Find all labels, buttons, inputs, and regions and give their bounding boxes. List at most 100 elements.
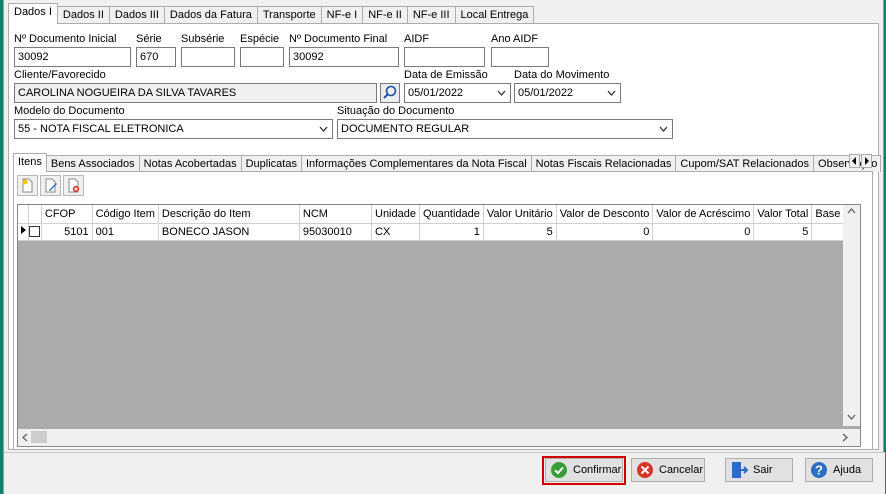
tab-scroll-left-button[interactable] (849, 154, 860, 168)
tab-transporte[interactable]: Transporte (256, 6, 322, 24)
situacao-label: Situação do Documento (337, 105, 455, 117)
cell-ncm[interactable]: 95030010 (299, 223, 373, 241)
tab-notas-relacionadas[interactable]: Notas Fiscais Relacionadas (530, 155, 677, 172)
invoice-window: Dados I Dados II Dados III Dados da Fatu… (3, 0, 885, 494)
action-bar: Confirmar Cancelar Sair ? Ajuda (4, 452, 885, 494)
row-checkbox[interactable] (28, 223, 42, 241)
tab-dados-ii[interactable]: Dados II (56, 6, 110, 24)
vertical-scrollbar[interactable] (843, 205, 860, 426)
tab-dados-i[interactable]: Dados I (8, 3, 58, 24)
data-emissao-value: 05/01/2022 (408, 87, 464, 99)
situacao-value: DOCUMENTO REGULAR (341, 123, 470, 135)
modelo-select[interactable]: 55 - NOTA FISCAL ELETRONICA (14, 119, 333, 139)
main-tab-strip: Dados I Dados II Dados III Dados da Fatu… (8, 3, 535, 24)
tab-local-entrega[interactable]: Local Entrega (454, 6, 535, 24)
scroll-left-icon[interactable] (21, 433, 30, 442)
horizontal-scrollbar[interactable] (18, 429, 860, 446)
scroll-down-icon[interactable] (847, 412, 856, 421)
scroll-right-icon[interactable] (840, 433, 849, 442)
edit-document-icon (45, 178, 57, 193)
chevron-down-icon (659, 126, 668, 132)
data-movimento-picker[interactable]: 05/01/2022 (514, 83, 621, 103)
tab-itens[interactable]: Itens (13, 153, 47, 172)
cell-desconto[interactable]: 0 (556, 223, 654, 241)
confirmar-label: Confirmar (573, 464, 622, 476)
col-ncm[interactable]: NCM (299, 205, 373, 224)
ano-aidf-field[interactable] (491, 47, 549, 67)
chevron-down-icon (607, 90, 616, 96)
dados-i-panel: Nº Documento Inicial Série Subsérie Espé… (8, 23, 882, 450)
table-row[interactable]: 5101 001 BONECO JASON 95030010 CX 1 5 0 … (18, 223, 853, 241)
confirmar-button[interactable]: Confirmar (545, 458, 623, 482)
cliente-label: Cliente/Favorecido (14, 69, 106, 81)
col-cfop[interactable]: CFOP (41, 205, 93, 224)
row-indicator-header (18, 205, 29, 224)
arrow-right-icon (865, 157, 869, 165)
scroll-thumb[interactable] (31, 431, 47, 443)
delete-item-button[interactable] (63, 175, 84, 196)
sair-button[interactable]: Sair (725, 458, 793, 482)
new-document-icon (22, 178, 33, 193)
sair-label: Sair (753, 464, 773, 476)
tab-bens-associados[interactable]: Bens Associados (45, 155, 140, 172)
grid-area: CFOP Código Item Descrição do Item NCM U… (18, 205, 853, 426)
search-cliente-button[interactable] (380, 83, 400, 103)
edit-item-button[interactable] (40, 175, 61, 196)
col-valor-total[interactable]: Valor Total (753, 205, 813, 224)
cell-acrescimo[interactable]: 0 (652, 223, 755, 241)
col-valor-acrescimo[interactable]: Valor de Acréscimo (652, 205, 755, 224)
cell-valor-unitario[interactable]: 5 (483, 223, 557, 241)
data-movimento-label: Data do Movimento (514, 69, 610, 81)
cell-quantidade[interactable]: 1 (419, 223, 484, 241)
tab-duplicatas[interactable]: Duplicatas (240, 155, 302, 172)
tab-nfe-iii[interactable]: NF-e III (406, 6, 456, 24)
tab-nfe-ii[interactable]: NF-e II (362, 6, 408, 24)
magnifier-icon (383, 85, 397, 99)
tab-nfe-i[interactable]: NF-e I (320, 6, 364, 24)
current-row-arrow-icon (20, 226, 26, 234)
inner-tab-strip: Itens Bens Associados Notas Acobertadas … (13, 153, 882, 172)
cell-cfop[interactable]: 5101 (41, 223, 93, 241)
col-quantidade[interactable]: Quantidade (419, 205, 484, 224)
especie-field[interactable] (240, 47, 284, 67)
data-movimento-value: 05/01/2022 (518, 87, 574, 99)
cell-descricao[interactable]: BONECO JASON (158, 223, 300, 241)
ajuda-button[interactable]: ? Ajuda (805, 458, 873, 482)
cliente-field[interactable]: CAROLINA NOGUEIRA DA SILVA TAVARES (14, 83, 377, 103)
cancelar-label: Cancelar (659, 464, 704, 476)
cancelar-button[interactable]: Cancelar (631, 458, 705, 482)
scroll-up-icon[interactable] (847, 207, 856, 216)
aidf-label: AIDF (404, 33, 430, 45)
grid-header-row: CFOP Código Item Descrição do Item NCM U… (18, 205, 853, 224)
col-valor-desconto[interactable]: Valor de Desconto (556, 205, 654, 224)
serie-field[interactable]: 670 (136, 47, 176, 67)
situacao-select[interactable]: DOCUMENTO REGULAR (337, 119, 673, 139)
tab-dados-iii[interactable]: Dados III (108, 6, 165, 24)
exit-door-icon (732, 462, 748, 478)
checkbox-header (28, 205, 42, 224)
num-doc-final-field[interactable]: 30092 (289, 47, 399, 67)
tab-dados-fatura[interactable]: Dados da Fatura (163, 6, 258, 24)
col-unidade[interactable]: Unidade (371, 205, 420, 224)
cell-unidade[interactable]: CX (371, 223, 420, 241)
col-descricao[interactable]: Descrição do Item (158, 205, 300, 224)
data-emissao-picker[interactable]: 05/01/2022 (404, 83, 511, 103)
tab-scroll-right-button[interactable] (861, 154, 872, 168)
tab-cupom-sat[interactable]: Cupom/SAT Relacionados (675, 155, 815, 172)
tab-info-complementares[interactable]: Informações Complementares da Nota Fisca… (300, 155, 532, 172)
num-doc-inicial-field[interactable]: 30092 (14, 47, 131, 67)
col-valor-unitario[interactable]: Valor Unitário (483, 205, 557, 224)
tab-notas-acobertadas[interactable]: Notas Acobertadas (138, 155, 242, 172)
checkbox-icon (29, 226, 41, 238)
col-codigo-item[interactable]: Código Item (92, 205, 159, 224)
cell-codigo[interactable]: 001 (92, 223, 159, 241)
new-item-button[interactable] (17, 175, 38, 196)
num-doc-inicial-label: Nº Documento Inicial (14, 33, 117, 45)
itens-toolbar (17, 175, 84, 197)
data-emissao-label: Data de Emissão (404, 69, 488, 81)
aidf-field[interactable] (404, 47, 485, 67)
cell-total[interactable]: 5 (753, 223, 813, 241)
subserie-field[interactable] (181, 47, 235, 67)
num-doc-final-label: Nº Documento Final (289, 33, 388, 45)
delete-document-icon (68, 178, 80, 193)
